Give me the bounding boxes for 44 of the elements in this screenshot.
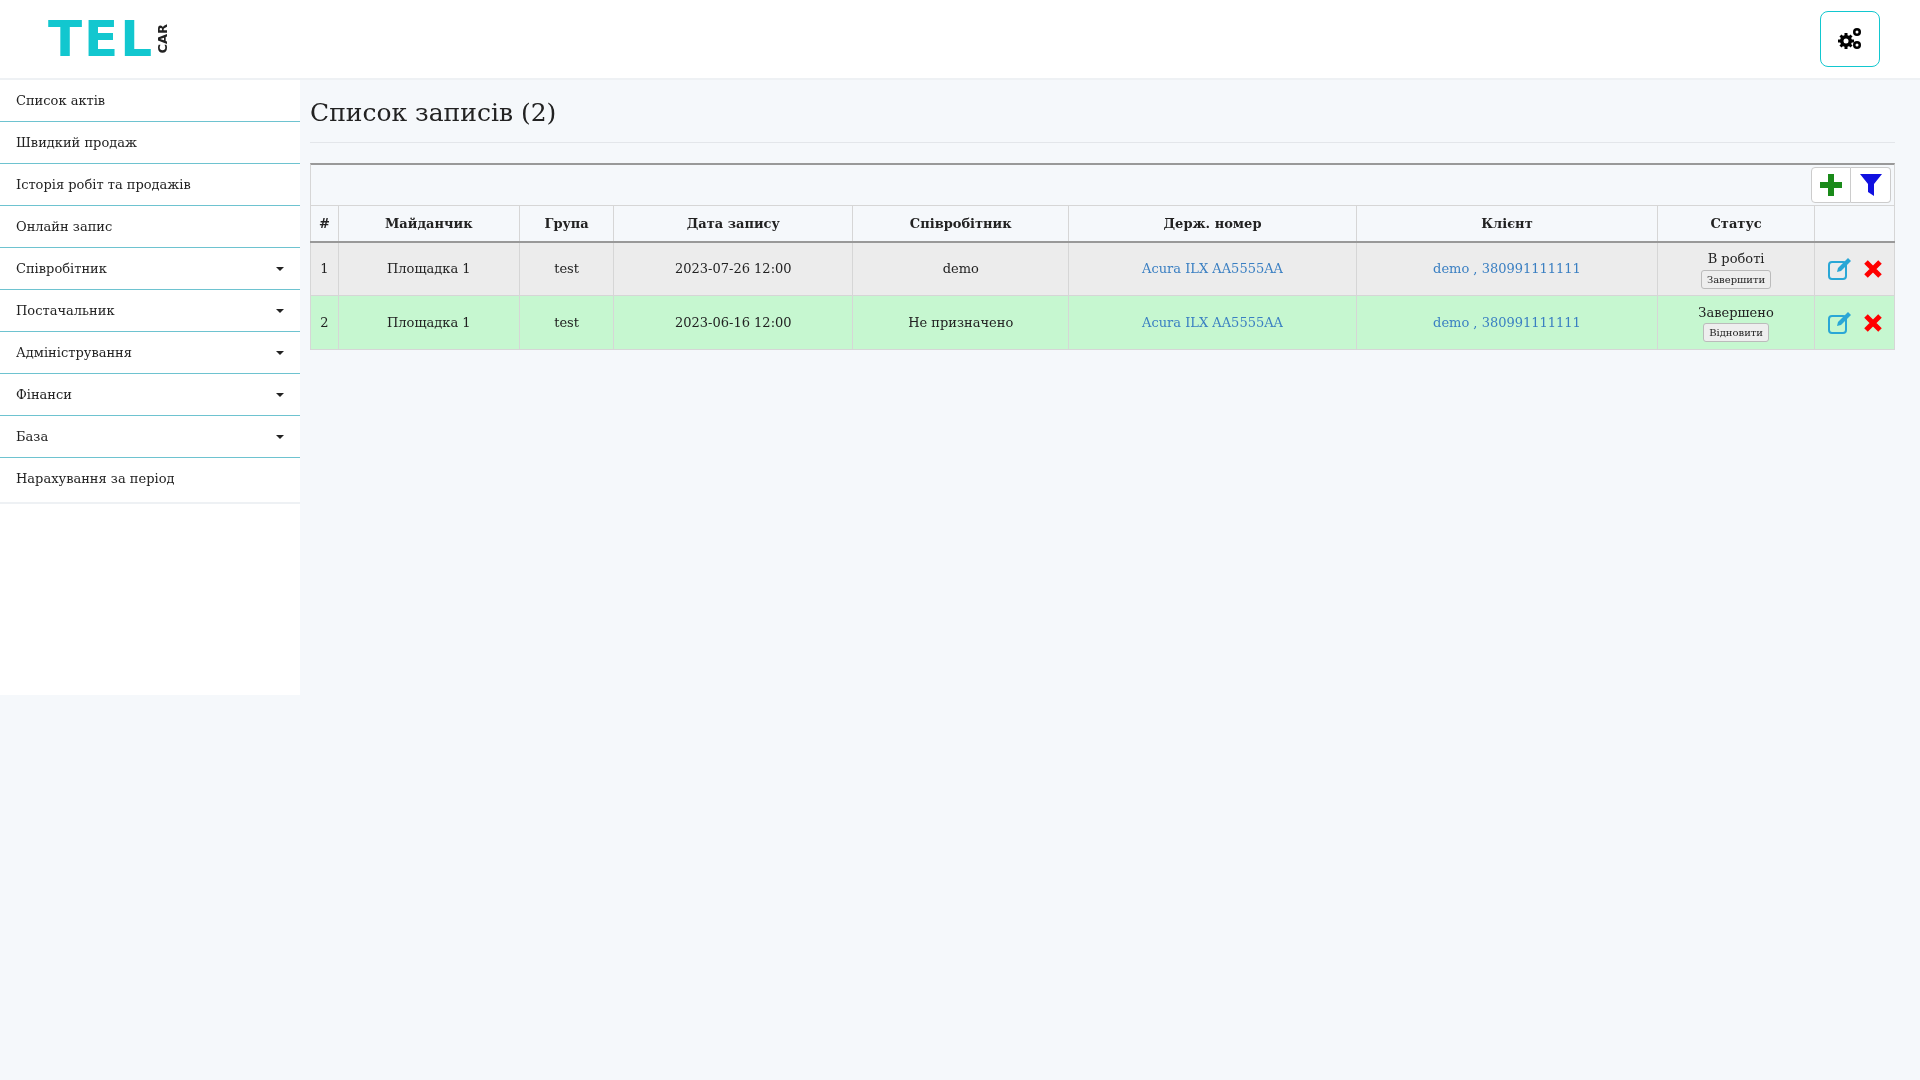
caret-icon [276, 308, 284, 313]
table-cell: Площадка 1 [338, 295, 520, 350]
table-cell: 2023-07-26 12:00 [613, 241, 853, 296]
status-action-button[interactable]: Завершити [1700, 269, 1772, 289]
column-header: Держ. номер [1068, 205, 1357, 242]
client-link[interactable]: demo , 380991111111 [1433, 261, 1581, 276]
caret-icon [276, 266, 284, 271]
edit-icon [1827, 257, 1852, 280]
table-cell: 1 [310, 241, 339, 296]
column-header: Майданчик [338, 205, 520, 242]
status-text: Завершено [1697, 303, 1775, 322]
filter-icon [1859, 174, 1882, 196]
page-title: Список записів (2) [310, 98, 1895, 143]
caret-icon [276, 350, 284, 355]
edit-icon [1827, 311, 1852, 334]
caret-icon [276, 392, 284, 397]
plate-link[interactable]: Acura ILX AA5555AA [1142, 261, 1283, 276]
settings-button[interactable] [1820, 11, 1880, 67]
table-cell: demo [852, 241, 1069, 296]
gears-icon [1837, 27, 1863, 51]
caret-icon [276, 434, 284, 439]
status-action-button[interactable]: Відновити [1703, 323, 1769, 343]
column-header: Клієнт [1356, 205, 1658, 242]
status-text: В роботі [1706, 250, 1766, 268]
plus-icon [1820, 174, 1842, 196]
table-cell: Площадка 1 [338, 241, 520, 296]
table-cell: test [519, 241, 614, 296]
column-header: Статус [1657, 205, 1815, 242]
table-cell: test [519, 295, 614, 350]
column-header: # [310, 205, 339, 242]
column-header: Група [519, 205, 614, 242]
close-icon [1863, 259, 1882, 278]
table-cell: 2 [310, 295, 339, 350]
column-header: Дата запису [613, 205, 853, 242]
logo-text: TEL [48, 14, 155, 64]
table-cell: 2023-06-16 12:00 [613, 295, 853, 350]
plate-link[interactable]: Acura ILX AA5555AA [1142, 314, 1283, 330]
filter-button[interactable] [1851, 167, 1891, 203]
client-link[interactable]: demo , 380991111111 [1433, 314, 1581, 330]
column-header: Співробітник [852, 205, 1069, 242]
table-cell: Не призначено [852, 295, 1069, 350]
logo-text: CAR [154, 24, 172, 54]
close-icon [1863, 313, 1882, 332]
add-button[interactable] [1811, 167, 1851, 203]
